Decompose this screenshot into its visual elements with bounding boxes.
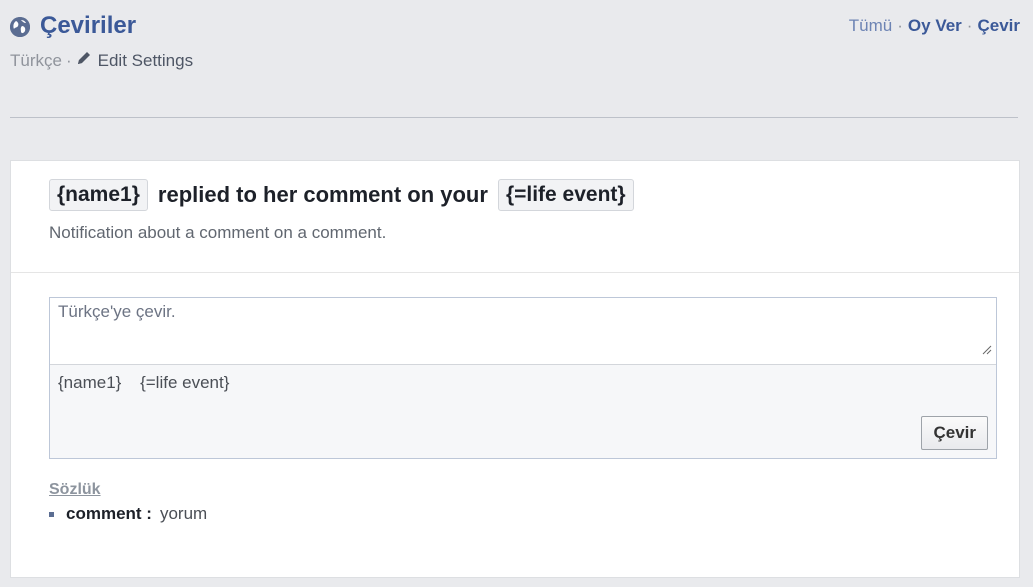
textarea-wrap — [50, 298, 996, 365]
resize-handle-icon[interactable] — [982, 342, 992, 360]
nav-translate-link[interactable]: Çevir — [977, 16, 1020, 36]
translation-editor: {name1} {=life event} Çevir — [49, 297, 997, 459]
glossary-item: comment : yorum — [49, 504, 207, 524]
phrase-header: {name1} replied to her comment on your {… — [11, 161, 1019, 273]
page-title: Çeviriler — [40, 12, 137, 39]
page-header: Çeviriler Türkçe · Edit Settings Tümü · … — [10, 12, 1020, 92]
token-button-name1[interactable]: {name1} — [58, 373, 121, 392]
translate-button[interactable]: Çevir — [921, 416, 988, 450]
nav-all-link[interactable]: Tümü — [849, 16, 892, 36]
glossary-translation: yorum — [159, 504, 208, 523]
separator: · — [65, 50, 72, 70]
phrase-description: Notification about a comment on a commen… — [49, 223, 387, 242]
nav-separator: · — [966, 16, 973, 35]
glossary: Sözlük comment : yorum — [49, 481, 207, 524]
divider — [10, 117, 1018, 118]
glossary-term: comment : — [66, 504, 152, 523]
phrase-text: replied to her comment on your — [157, 182, 488, 207]
language-label: Türkçe — [10, 50, 62, 70]
token-life-event: {=life event} — [497, 179, 634, 211]
top-navigation: Tümü · Oy Ver · Çevir — [849, 16, 1020, 36]
header-subline: Türkçe · Edit Settings — [10, 50, 1020, 71]
token-list: {name1} {=life event} — [50, 365, 996, 401]
nav-vote-link[interactable]: Oy Ver — [908, 16, 962, 36]
source-phrase: {name1} replied to her comment on your {… — [49, 179, 995, 211]
token-button-life-event[interactable]: {=life event} — [140, 373, 229, 392]
token-name1: {name1} — [49, 179, 148, 211]
translation-card: {name1} replied to her comment on your {… — [10, 160, 1020, 578]
glossary-heading[interactable]: Sözlük — [49, 481, 207, 499]
nav-separator: · — [897, 16, 903, 35]
edit-settings-link[interactable]: Edit Settings — [98, 51, 193, 71]
translation-input[interactable] — [50, 298, 996, 364]
globe-icon — [10, 17, 30, 37]
pencil-icon — [76, 50, 92, 71]
bullet-icon — [49, 511, 54, 517]
